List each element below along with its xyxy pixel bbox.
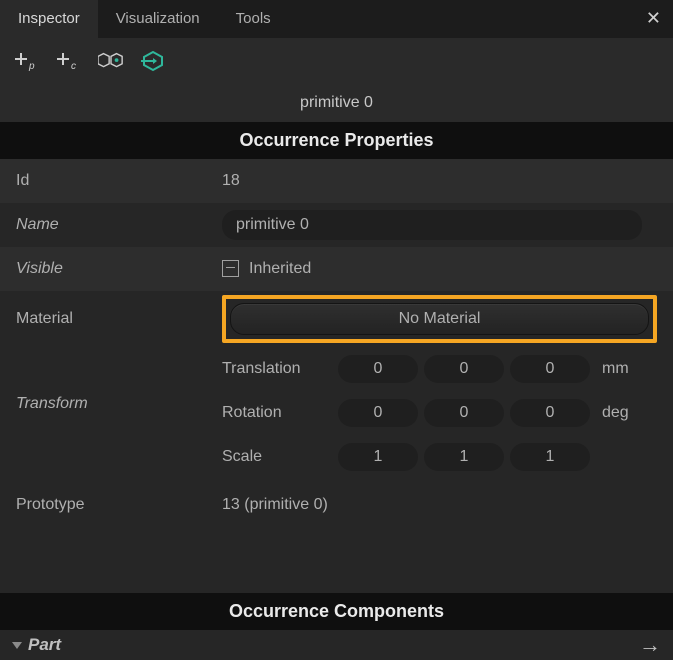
scale-label: Scale <box>222 448 332 466</box>
scale-x[interactable]: 1 <box>338 443 418 471</box>
add-prototype-icon[interactable]: p <box>14 48 40 74</box>
prototype-label: Prototype <box>16 496 222 514</box>
tab-inspector[interactable]: Inspector <box>0 0 98 38</box>
arrow-right-icon[interactable]: → <box>639 632 661 658</box>
scale-z[interactable]: 1 <box>510 443 590 471</box>
tab-tools[interactable]: Tools <box>218 0 289 38</box>
translation-z[interactable]: 0 <box>510 355 590 383</box>
prototype-value: 13 (primitive 0) <box>222 496 657 514</box>
scale-y[interactable]: 1 <box>424 443 504 471</box>
hexagon-link-icon[interactable] <box>98 48 124 74</box>
components-header: Occurrence Components <box>0 593 673 630</box>
name-input[interactable] <box>222 210 642 240</box>
id-value: 18 <box>222 172 657 190</box>
properties-header: Occurrence Properties <box>0 122 673 159</box>
caret-down-icon <box>12 642 22 649</box>
svg-text:p: p <box>28 61 35 71</box>
add-component-icon[interactable]: c <box>56 48 82 74</box>
transform-label: Transform <box>16 351 222 413</box>
id-label: Id <box>16 172 222 190</box>
material-button[interactable]: No Material <box>230 303 649 335</box>
svg-text:c: c <box>71 61 76 71</box>
tab-visualization[interactable]: Visualization <box>98 0 218 38</box>
rotation-x[interactable]: 0 <box>338 399 418 427</box>
name-label: Name <box>16 216 222 234</box>
visible-label: Visible <box>16 260 222 278</box>
rotation-y[interactable]: 0 <box>424 399 504 427</box>
material-label: Material <box>16 310 222 328</box>
rotation-unit: deg <box>596 404 636 422</box>
rotation-z[interactable]: 0 <box>510 399 590 427</box>
close-icon[interactable]: ✕ <box>646 8 661 29</box>
part-row[interactable]: Part → <box>0 630 673 660</box>
translation-unit: mm <box>596 360 636 378</box>
visible-checkbox[interactable] <box>222 260 239 277</box>
translation-x[interactable]: 0 <box>338 355 418 383</box>
visible-value: Inherited <box>249 260 311 278</box>
object-name: primitive 0 <box>0 86 673 122</box>
translation-y[interactable]: 0 <box>424 355 504 383</box>
material-highlight: No Material <box>222 295 657 343</box>
translation-label: Translation <box>222 360 332 378</box>
part-label: Part <box>28 635 61 655</box>
rotation-label: Rotation <box>222 404 332 422</box>
hexagon-import-icon[interactable] <box>140 48 166 74</box>
